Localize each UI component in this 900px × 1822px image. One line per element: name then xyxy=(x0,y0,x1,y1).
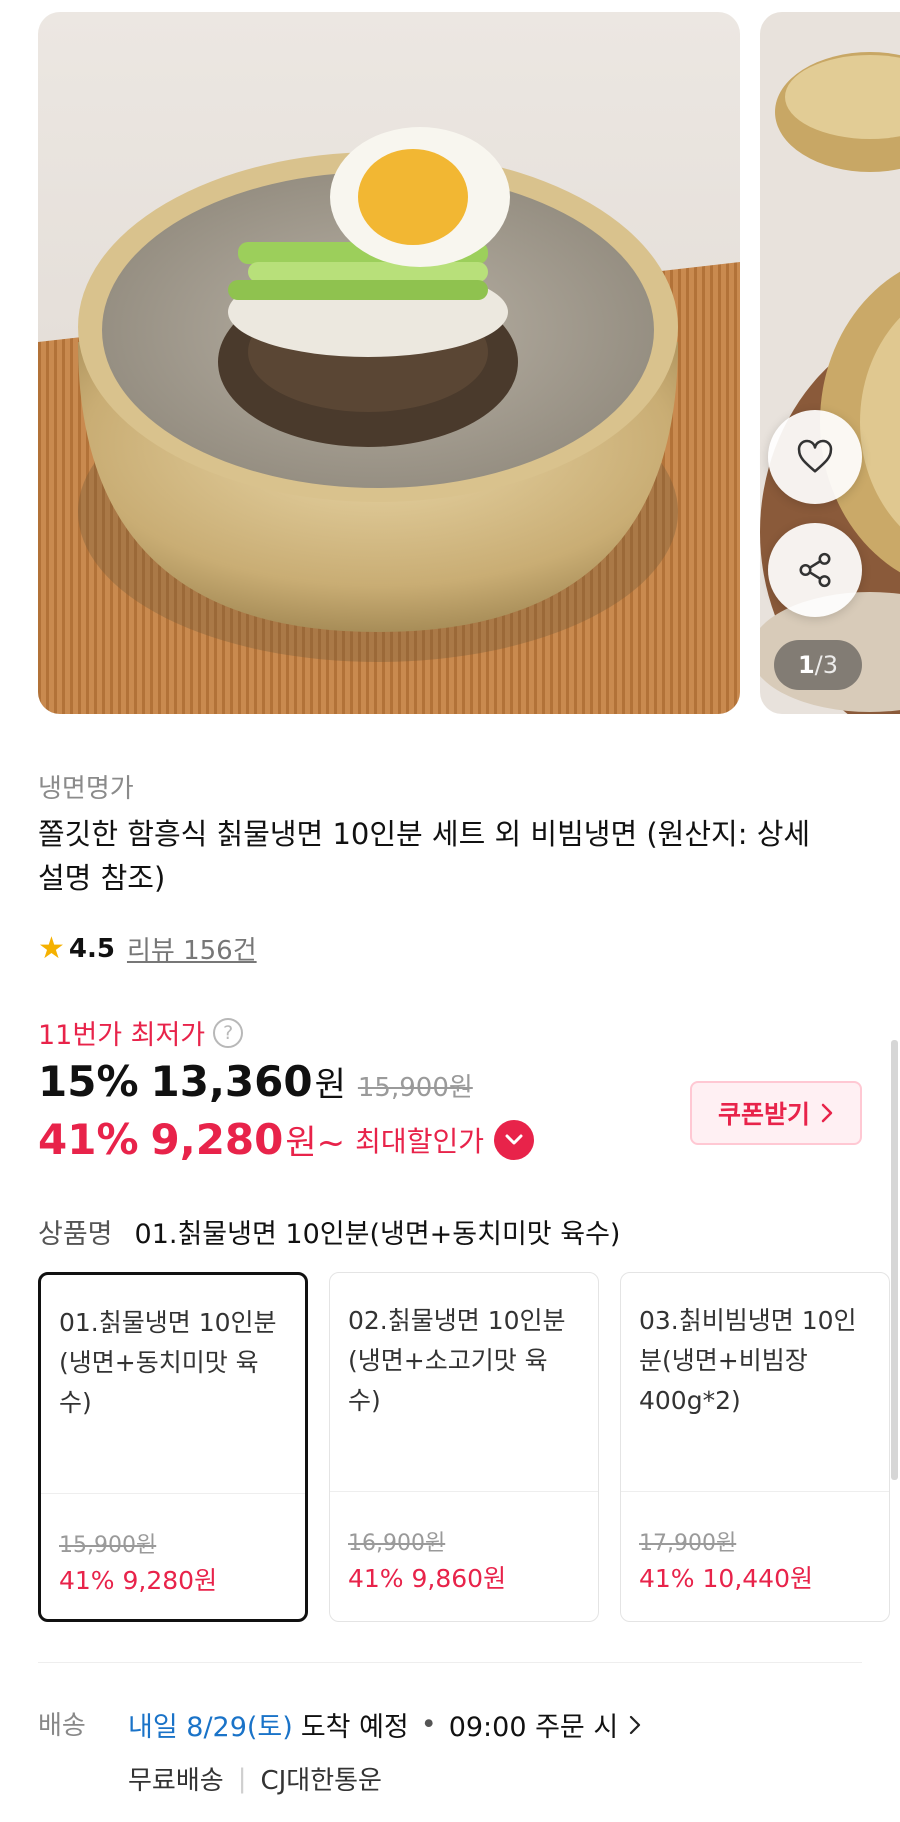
option-original-price: 16,900원 xyxy=(348,1531,446,1556)
total-pages: /3 xyxy=(814,651,839,679)
max-won-unit: 원~ xyxy=(285,1123,346,1163)
coupon-label: 쿠폰받기 xyxy=(717,1100,810,1129)
scrollbar[interactable] xyxy=(891,1040,898,1480)
shipping-label: 배송 xyxy=(38,1711,86,1741)
option-card-3[interactable]: 03.칡비빔냉면 10인분(냉면+비빔장 400g*2) 17,900원 41%… xyxy=(620,1272,890,1622)
help-icon[interactable]: ? xyxy=(213,1017,244,1048)
rating-score: 4.5 xyxy=(68,933,115,964)
share-button[interactable] xyxy=(768,523,862,617)
option-sale-price: 41% 10,440원 xyxy=(639,1564,813,1593)
max-discount-label: 최대할인가 xyxy=(355,1124,484,1158)
review-count-link[interactable]: 리뷰 156건 xyxy=(127,930,257,967)
image-page-indicator: 1/3 xyxy=(774,640,862,690)
chevron-right-icon xyxy=(821,1103,833,1123)
wishlist-button[interactable] xyxy=(768,410,862,504)
delivery-estimate-link[interactable]: 내일 8/29(토) 도착 예정 • 09:00 주문 시 xyxy=(128,1705,642,1744)
delivery-date: 내일 8/29(토) xyxy=(128,1712,293,1743)
chevron-down-icon[interactable] xyxy=(493,1119,534,1160)
option-original-price: 15,900원 xyxy=(59,1533,157,1558)
max-discount-percent: 41% xyxy=(38,1115,139,1164)
lowest-price-label: 11번가 최저가 ? xyxy=(38,1013,244,1052)
lowest-price-text: 11번가 최저가 xyxy=(38,1020,206,1051)
coupon-button[interactable]: 쿠폰받기 xyxy=(690,1081,862,1145)
discount-price: 13,360 xyxy=(150,1057,313,1106)
chevron-right-icon xyxy=(630,1715,641,1734)
section-divider xyxy=(38,1662,862,1663)
product-title: 쫄깃한 함흥식 칡물냉면 10인분 세트 외 비빔냉면 (원산지: 상세설명 참… xyxy=(38,817,811,895)
rating-row: ★ 4.5 리뷰 156건 xyxy=(38,930,257,967)
heart-icon xyxy=(797,439,833,473)
max-discount-row[interactable]: 41% 9,280 원~ 최대할인가 xyxy=(38,1115,534,1164)
separator-dot: • xyxy=(420,1709,437,1740)
delivery-arrival: 도착 예정 xyxy=(300,1712,409,1743)
option-sale-price: 41% 9,280원 xyxy=(59,1566,218,1595)
option-card-2[interactable]: 02.칡물냉면 10인분(냉면+소고기맛 육수) 16,900원 41% 9,8… xyxy=(329,1272,599,1622)
star-icon: ★ xyxy=(38,931,65,966)
share-icon xyxy=(799,552,831,588)
option-original-price: 17,900원 xyxy=(639,1531,737,1556)
option-card-1[interactable]: 01.칡물냉면 10인분(냉면+동치미맛 육수) 15,900원 41% 9,2… xyxy=(38,1272,308,1622)
discount-price-row: 15% 13,360 원 15,900원 xyxy=(38,1057,473,1106)
option-selected-value: 01.칡물냉면 10인분(냉면+동치미맛 육수) xyxy=(134,1219,621,1250)
option-label: 상품명 xyxy=(38,1219,113,1250)
option-name: 01.칡물냉면 10인분(냉면+동치미맛 육수) xyxy=(59,1308,277,1417)
carrier-name: CJ대한통운 xyxy=(260,1766,382,1796)
card-divider xyxy=(41,1493,305,1494)
won-unit: 원 xyxy=(314,1065,346,1105)
store-name[interactable]: 냉면명가 xyxy=(38,768,134,805)
card-divider xyxy=(330,1491,598,1492)
product-image-gallery[interactable]: 1/3 xyxy=(0,0,900,718)
product-image-1[interactable] xyxy=(38,12,740,714)
max-discount-price: 9,280 xyxy=(150,1115,284,1164)
option-row: 상품명 01.칡물냉면 10인분(냉면+동치미맛 육수) xyxy=(38,1212,620,1251)
option-name: 03.칡비빔냉면 10인분(냉면+비빔장 400g*2) xyxy=(639,1306,857,1415)
shipping-info: 무료배송 | CJ대한통운 xyxy=(128,1760,382,1797)
free-shipping: 무료배송 xyxy=(128,1766,224,1796)
option-name: 02.칡물냉면 10인분(냉면+소고기맛 육수) xyxy=(348,1306,566,1415)
card-divider xyxy=(621,1491,889,1492)
current-page: 1 xyxy=(797,651,815,679)
original-price: 15,900원 xyxy=(357,1073,473,1103)
divider: | xyxy=(237,1763,247,1794)
order-cutoff: 09:00 주문 시 xyxy=(448,1712,619,1743)
discount-percent: 15% xyxy=(38,1057,139,1106)
option-sale-price: 41% 9,860원 xyxy=(348,1564,507,1593)
